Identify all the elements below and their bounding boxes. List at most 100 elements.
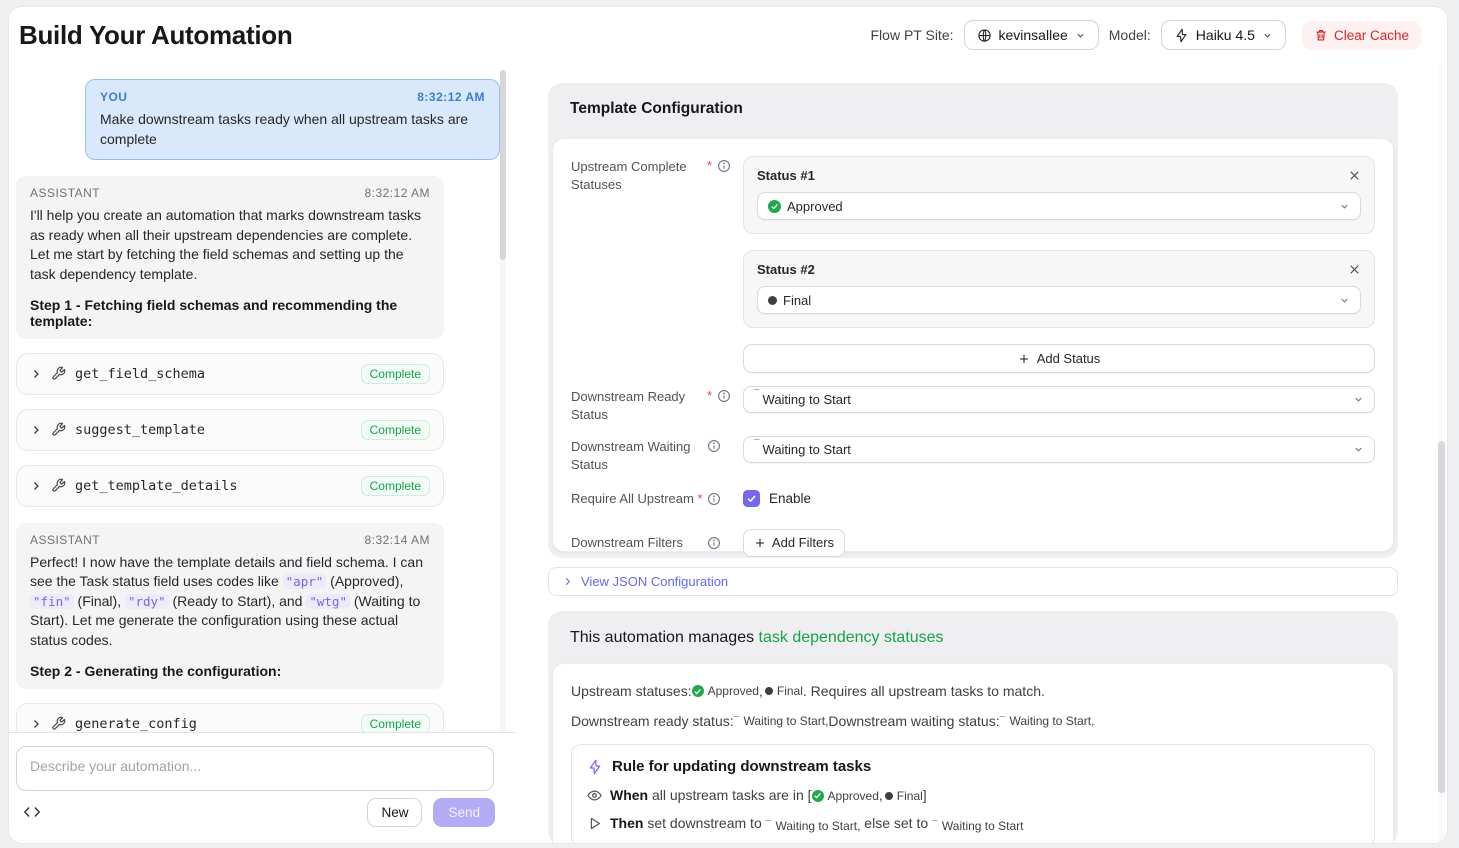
downstream-waiting-status-value: Waiting to Start	[763, 442, 851, 457]
chevron-down-icon	[1353, 394, 1364, 405]
step-heading: Step 2 - Generating the configuration:	[30, 663, 430, 679]
tool-call-generate-config[interactable]: generate_config Complete	[16, 703, 444, 732]
assistant-message: ASSISTANT 8:32:14 AM Perfect! I now have…	[16, 523, 444, 689]
upstream-statuses-group: Status #1 Approved Status #2	[743, 156, 1375, 373]
downstream-waiting-status-select[interactable]: ¯ Waiting to Start	[743, 436, 1375, 463]
assistant-message: ASSISTANT 8:32:12 AM I'll help you creat…	[16, 176, 444, 338]
tool-call-suggest-template[interactable]: suggest_template Complete	[16, 409, 444, 451]
code-rdy: "rdy"	[125, 594, 169, 609]
model-value: Haiku 4.5	[1196, 27, 1255, 43]
right-panel-scrollbar-thumb[interactable]	[1438, 441, 1445, 793]
send-button[interactable]: Send	[433, 798, 495, 827]
status-1-title: Status #1	[757, 168, 815, 183]
assistant-timestamp: 8:32:12 AM	[364, 186, 430, 200]
final-chip: Final	[763, 684, 803, 698]
info-icon[interactable]	[707, 492, 721, 506]
info-icon[interactable]	[717, 159, 731, 173]
user-role-label: YOU	[100, 90, 127, 104]
clear-cache-button[interactable]: Clear Cache	[1302, 21, 1421, 50]
tool-name: suggest_template	[75, 422, 205, 438]
status-1-value: Approved	[787, 199, 843, 214]
waiting-chip: ¯ Waiting to Start,	[766, 819, 861, 833]
downstream-ready-status-select[interactable]: ¯ Waiting to Start	[743, 386, 1375, 413]
downstream-filters-label: Downstream Filters	[571, 534, 707, 552]
info-icon[interactable]	[717, 389, 731, 403]
tool-name: get_field_schema	[75, 366, 205, 382]
user-timestamp: 8:32:12 AM	[417, 90, 485, 104]
model-dropdown[interactable]: Haiku 4.5	[1161, 20, 1286, 50]
status-2-select[interactable]: Final	[757, 286, 1361, 314]
template-configuration-card: Template Configuration Upstream Complete…	[548, 83, 1398, 558]
header-controls: Flow PT Site: kevinsallee Model: Haiku 4…	[871, 20, 1422, 50]
status-glyph: ¯	[754, 437, 760, 453]
template-configuration-title: Template Configuration	[570, 100, 743, 118]
waiting-chip: ¯ Waiting to Start,	[734, 714, 829, 728]
status-2-value: Final	[783, 293, 811, 308]
globe-icon	[977, 28, 992, 43]
play-icon	[587, 816, 602, 831]
status-2-title: Status #2	[757, 262, 815, 277]
site-label: Flow PT Site:	[871, 27, 954, 43]
status-glyph: ¯	[754, 387, 760, 403]
assistant-message-text: I'll help you create an automation that …	[30, 206, 430, 284]
composer: New Send	[9, 732, 516, 843]
lightning-icon	[587, 759, 603, 775]
tool-call-get-template-details[interactable]: get_template_details Complete	[16, 465, 444, 507]
add-status-button[interactable]: Add Status	[743, 344, 1375, 373]
tool-name: get_template_details	[75, 478, 238, 494]
chat-scrollbar[interactable]	[500, 70, 506, 746]
page-title: Build Your Automation	[19, 20, 292, 51]
final-dot-icon	[768, 296, 777, 305]
wrench-icon	[51, 422, 66, 437]
waiting-chip: ¯ Waiting to Start,	[1000, 714, 1095, 728]
app-window: Build Your Automation Flow PT Site: kevi…	[8, 6, 1448, 844]
info-icon[interactable]	[707, 536, 721, 550]
clear-cache-label: Clear Cache	[1334, 28, 1409, 43]
rule-title-row: Rule for updating downstream tasks	[587, 758, 1359, 775]
rule-title: Rule for updating downstream tasks	[612, 758, 871, 775]
require-all-upstream-checkbox[interactable]	[743, 490, 760, 507]
close-icon[interactable]	[1348, 263, 1361, 276]
user-message-text: Make downstream tasks ready when all ups…	[100, 110, 485, 149]
assistant-role-label: ASSISTANT	[30, 186, 100, 200]
downstream-waiting-status-label: Downstream Waiting Status	[571, 436, 707, 473]
rule-when-line: When all upstream tasks are in [Approved…	[587, 787, 1359, 803]
downstream-ready-status-label: Downstream Ready Status	[571, 386, 707, 423]
status-1-select[interactable]: Approved	[757, 192, 1361, 220]
enable-label: Enable	[769, 491, 811, 506]
chevron-right-icon	[30, 480, 42, 492]
close-icon[interactable]	[1348, 169, 1361, 182]
tool-name: generate_config	[75, 716, 197, 732]
waiting-chip: ¯ Waiting to Start	[932, 819, 1023, 833]
code-wtg: "wtg"	[306, 594, 350, 609]
upstream-statuses-line: Upstream statuses: Approved , Final . Re…	[571, 683, 1375, 699]
info-icon[interactable]	[707, 439, 721, 453]
status-badge: Complete	[361, 476, 430, 496]
step-heading: Step 1 - Fetching field schemas and reco…	[30, 297, 430, 329]
right-panel-scrollbar[interactable]	[1438, 64, 1445, 844]
chevron-down-icon	[1339, 295, 1350, 306]
add-filters-button[interactable]: Add Filters	[743, 529, 845, 557]
plus-icon	[1018, 353, 1030, 365]
chat-scrollbar-thumb[interactable]	[500, 70, 506, 260]
chat-messages[interactable]: YOU 8:32:12 AM Make downstream tasks rea…	[16, 69, 500, 732]
chevron-down-icon	[1353, 444, 1364, 455]
approved-check-icon	[768, 200, 781, 213]
assistant-timestamp: 8:32:14 AM	[364, 533, 430, 547]
wrench-icon	[51, 366, 66, 381]
site-dropdown[interactable]: kevinsallee	[964, 20, 1099, 50]
chevron-down-icon	[1075, 30, 1086, 41]
header: Build Your Automation Flow PT Site: kevi…	[9, 7, 1447, 65]
new-button[interactable]: New	[367, 798, 422, 827]
chevron-right-icon	[562, 576, 573, 587]
approved-check-icon	[692, 685, 704, 697]
required-asterisk: *	[707, 159, 712, 172]
tool-call-get-field-schema[interactable]: get_field_schema Complete	[16, 353, 444, 395]
downstream-statuses-line: Downstream ready status: ¯ Waiting to St…	[571, 713, 1375, 729]
view-json-configuration-toggle[interactable]: View JSON Configuration	[548, 567, 1398, 596]
approved-chip: Approved	[812, 789, 879, 803]
automation-input[interactable]	[16, 746, 494, 791]
code-view-icon[interactable]	[23, 803, 41, 821]
status-badge: Complete	[361, 714, 430, 732]
final-dot-icon	[885, 792, 893, 800]
